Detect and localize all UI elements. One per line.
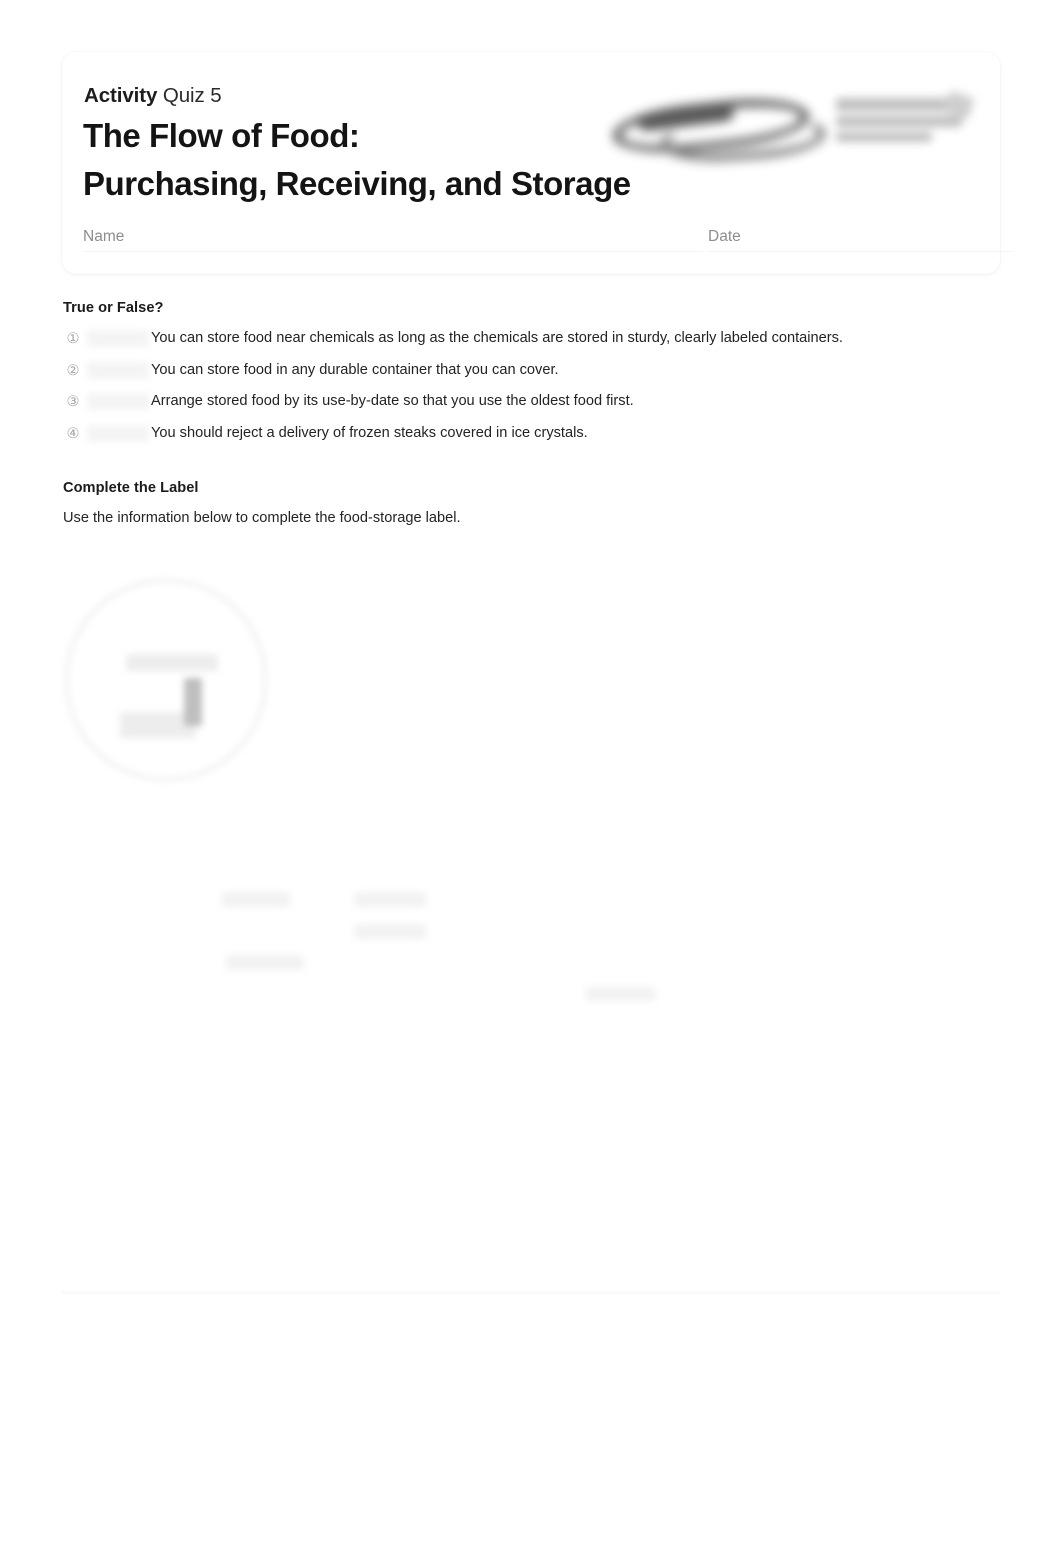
answer-blank[interactable]	[87, 330, 149, 347]
complete-the-label-instruction: Use the information below to complete th…	[63, 510, 461, 526]
name-field-rule	[83, 251, 703, 252]
list-item: ① You can store food near chemicals as l…	[63, 328, 963, 360]
redacted-figure-text	[354, 892, 426, 907]
redacted-figure-text	[354, 924, 426, 939]
page-title-line-2: Purchasing, Receiving, and Storage	[83, 165, 631, 202]
redacted-figure-text	[222, 892, 290, 907]
list-item: ③ Arrange stored food by its use-by-date…	[63, 391, 963, 423]
answer-blank[interactable]	[87, 425, 149, 443]
question-text: You can store food near chemicals as lon…	[151, 330, 843, 346]
date-field-rule	[708, 251, 1013, 252]
list-item: ④ You should reject a delivery of frozen…	[63, 423, 963, 455]
name-field[interactable]: Name	[83, 224, 703, 256]
redacted-figure-text	[586, 987, 656, 1001]
list-item: ② You can store food in any durable cont…	[63, 360, 963, 392]
date-field-label: Date	[708, 228, 741, 245]
question-number: ②	[66, 362, 80, 379]
answer-blank[interactable]	[87, 361, 149, 379]
true-or-false-question-list: ① You can store food near chemicals as l…	[63, 328, 963, 455]
label-seal-graphic-icon	[65, 579, 267, 781]
true-or-false-heading: True or False?	[63, 300, 164, 316]
brand-script-logo-icon	[608, 88, 828, 166]
redacted-figure-text	[226, 955, 304, 970]
activity-label: Activity	[84, 84, 158, 107]
question-text: You should reject a delivery of frozen s…	[151, 425, 588, 442]
name-field-label: Name	[83, 228, 125, 245]
question-number: ④	[66, 426, 80, 443]
question-text: You can store food in any durable contai…	[151, 361, 559, 378]
question-number: ③	[66, 394, 80, 411]
question-text: Arrange stored food by its use-by-date s…	[151, 393, 634, 410]
food-storage-label-figure	[56, 560, 756, 1040]
worksheet-page: Activity Quiz 5 The Flow of Food: Purcha…	[0, 0, 1062, 1556]
header-card: Activity Quiz 5 The Flow of Food: Purcha…	[62, 52, 1013, 274]
name-date-row: Name Date	[83, 224, 1013, 264]
complete-the-label-heading: Complete the Label	[63, 480, 199, 496]
footer-divider	[62, 1292, 1000, 1294]
activity-eyebrow: Activity Quiz 5	[84, 84, 222, 108]
date-field[interactable]: Date	[708, 224, 1013, 256]
brand-wordmark-icon	[834, 90, 975, 150]
question-number: ①	[66, 331, 80, 347]
publisher-logo-zone	[608, 78, 978, 166]
answer-blank[interactable]	[87, 393, 149, 411]
quiz-number-label: Quiz 5	[162, 84, 222, 107]
